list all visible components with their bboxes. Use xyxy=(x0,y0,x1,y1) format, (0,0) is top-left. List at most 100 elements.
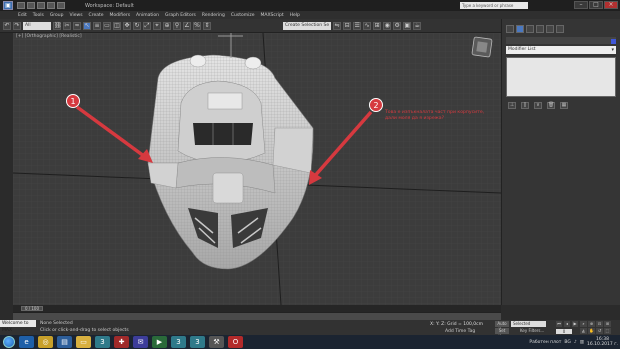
mirror-icon[interactable]: ⇋ xyxy=(333,21,342,30)
new-icon[interactable] xyxy=(17,2,25,9)
selection-set-select[interactable]: Create Selection Se xyxy=(283,21,332,30)
redo-icon[interactable]: ↷ xyxy=(13,21,21,30)
play-icon[interactable]: ▶ xyxy=(572,321,578,327)
create-tab-icon[interactable] xyxy=(506,25,514,33)
select-object-icon[interactable]: ↖ xyxy=(83,21,91,30)
remove-modifier-icon[interactable]: 🗑 xyxy=(547,102,555,109)
modifier-list-dropdown[interactable]: Modifier List xyxy=(506,46,616,54)
menu-views[interactable]: Views xyxy=(70,13,83,18)
object-name-field[interactable] xyxy=(506,37,616,44)
maxscript-listener[interactable]: Welcome to MAX xyxy=(0,320,36,333)
utilities-tab-icon[interactable] xyxy=(556,25,564,33)
select-by-name-icon[interactable]: ≡ xyxy=(93,21,101,30)
orbit-icon[interactable]: ↺ xyxy=(596,328,603,334)
angle-snap-icon[interactable]: ∠ xyxy=(183,21,191,30)
current-frame-field[interactable]: 0 xyxy=(556,329,572,334)
key-mode-select[interactable]: Selected xyxy=(511,321,546,327)
save-icon[interactable] xyxy=(37,2,45,9)
menu-rendering[interactable]: Rendering xyxy=(202,13,225,18)
explorer-icon[interactable]: ▤ xyxy=(57,336,72,348)
unlink-icon[interactable]: ✂ xyxy=(63,21,71,30)
3dsmax-icon[interactable]: 3 xyxy=(95,336,110,348)
ie-icon[interactable]: e xyxy=(19,336,34,348)
language-indicator[interactable]: BG xyxy=(564,340,571,345)
app-logo-icon[interactable]: ▣ xyxy=(3,1,13,10)
pin-stack-icon[interactable]: ⊥ xyxy=(508,102,516,109)
media-icon[interactable]: ▶ xyxy=(152,336,167,348)
clock[interactable]: 16:38 16.10.2017 г. xyxy=(587,337,618,347)
opera-icon[interactable]: O xyxy=(228,336,243,348)
modifier-stack[interactable] xyxy=(506,57,616,97)
rotate-icon[interactable]: ↻ xyxy=(133,21,141,30)
ref-coord-icon[interactable]: ⌖ xyxy=(153,21,161,30)
viewport[interactable]: 1 2 Това е изпъкналата част при корпусит… xyxy=(13,33,501,305)
move-icon[interactable]: ✥ xyxy=(123,21,131,30)
object-color-swatch[interactable] xyxy=(611,39,616,44)
window-crossing-icon[interactable]: ◫ xyxy=(113,21,121,30)
set-key-button[interactable]: Set Key xyxy=(495,328,509,339)
minimize-button[interactable]: – xyxy=(574,1,588,9)
close-button[interactable]: × xyxy=(604,1,618,9)
prev-frame-icon[interactable]: ◂ xyxy=(564,321,570,327)
menu-tools[interactable]: Tools xyxy=(33,13,44,18)
menu-customize[interactable]: Customize xyxy=(231,13,255,18)
undo-scope-select[interactable]: All xyxy=(23,21,51,30)
3dsmax-icon-2[interactable]: 3 xyxy=(171,336,186,348)
render-setup-icon[interactable]: ⚙ xyxy=(393,21,402,30)
undo-icon[interactable] xyxy=(47,2,55,9)
zoom-all-icon[interactable]: ⊕ xyxy=(588,321,595,327)
scale-icon[interactable]: ⤢ xyxy=(143,21,151,30)
curve-editor-icon[interactable]: ∿ xyxy=(363,21,372,30)
material-editor-icon[interactable]: ◉ xyxy=(383,21,392,30)
menu-help[interactable]: Help xyxy=(290,13,300,18)
render-icon[interactable]: ☕ xyxy=(413,21,422,30)
menu-animation[interactable]: Animation xyxy=(136,13,159,18)
zoom-extents-icon[interactable]: ⊡ xyxy=(596,321,603,327)
track-bar[interactable]: 0510152025303540455055606570758085909510… xyxy=(13,312,501,329)
tool-icon[interactable]: ⚒ xyxy=(209,336,224,348)
flag-uk-icon[interactable]: ✚ xyxy=(114,336,129,348)
spinner-snap-icon[interactable]: ⇕ xyxy=(203,21,211,30)
maximize-button[interactable]: □ xyxy=(589,1,603,9)
show-end-result-icon[interactable]: ∥ xyxy=(521,102,529,109)
pan-icon[interactable]: ✋ xyxy=(588,328,595,334)
key-filters-button[interactable]: Key Filters... xyxy=(520,328,544,333)
mail-icon[interactable]: ✉ xyxy=(133,336,148,348)
menu-create[interactable]: Create xyxy=(89,13,104,18)
viewport-label[interactable]: [+] [Orthographic] [Realistic] xyxy=(16,34,82,39)
menu-modifiers[interactable]: Modifiers xyxy=(110,13,131,18)
select-link-icon[interactable]: ⛓ xyxy=(53,21,62,30)
schematic-icon[interactable]: ⊞ xyxy=(373,21,382,30)
menu-graph-editors[interactable]: Graph Editors xyxy=(165,13,196,18)
viewport-canvas[interactable]: 1 2 Това е изпъкналата част при корпусит… xyxy=(13,33,501,305)
display-tab-icon[interactable] xyxy=(546,25,554,33)
chrome-icon[interactable]: ◎ xyxy=(38,336,53,348)
motion-tab-icon[interactable] xyxy=(536,25,544,33)
pivot-icon[interactable]: ⊕ xyxy=(163,21,171,30)
add-time-tag[interactable]: Add Time Tag xyxy=(445,329,475,334)
viewcube-icon[interactable] xyxy=(471,36,493,58)
make-unique-icon[interactable]: ∨ xyxy=(534,102,542,109)
volume-icon[interactable]: ♪ xyxy=(574,340,577,345)
configure-sets-icon[interactable]: ▦ xyxy=(560,102,568,109)
snap-icon[interactable]: ⚲ xyxy=(173,21,181,30)
menu-group[interactable]: Group xyxy=(50,13,64,18)
hierarchy-tab-icon[interactable] xyxy=(526,25,534,33)
open-icon[interactable] xyxy=(27,2,35,9)
percent-snap-icon[interactable]: % xyxy=(193,21,201,30)
menu-maxscript[interactable]: MAXScript xyxy=(261,13,284,18)
layer-icon[interactable]: ☰ xyxy=(353,21,362,30)
render-frame-icon[interactable]: ▣ xyxy=(403,21,412,30)
undo-icon[interactable]: ↶ xyxy=(3,21,11,30)
zoom-icon[interactable]: ⌕ xyxy=(580,321,587,327)
3dsmax-icon-3[interactable]: 3 xyxy=(190,336,205,348)
help-search-input[interactable]: Type a keyword or phrase xyxy=(460,2,528,9)
rect-select-icon[interactable]: ▭ xyxy=(103,21,111,30)
redo-icon[interactable] xyxy=(57,2,65,9)
time-slider[interactable]: 0 / 100 xyxy=(21,306,43,311)
zoom-extents-all-icon[interactable]: ⊞ xyxy=(604,321,611,327)
menu-edit[interactable]: Edit xyxy=(18,13,27,18)
tray-desktop-label[interactable]: Работен плот xyxy=(529,340,561,345)
fov-icon[interactable]: ◭ xyxy=(580,328,587,334)
network-icon[interactable]: ▥ xyxy=(580,340,584,345)
